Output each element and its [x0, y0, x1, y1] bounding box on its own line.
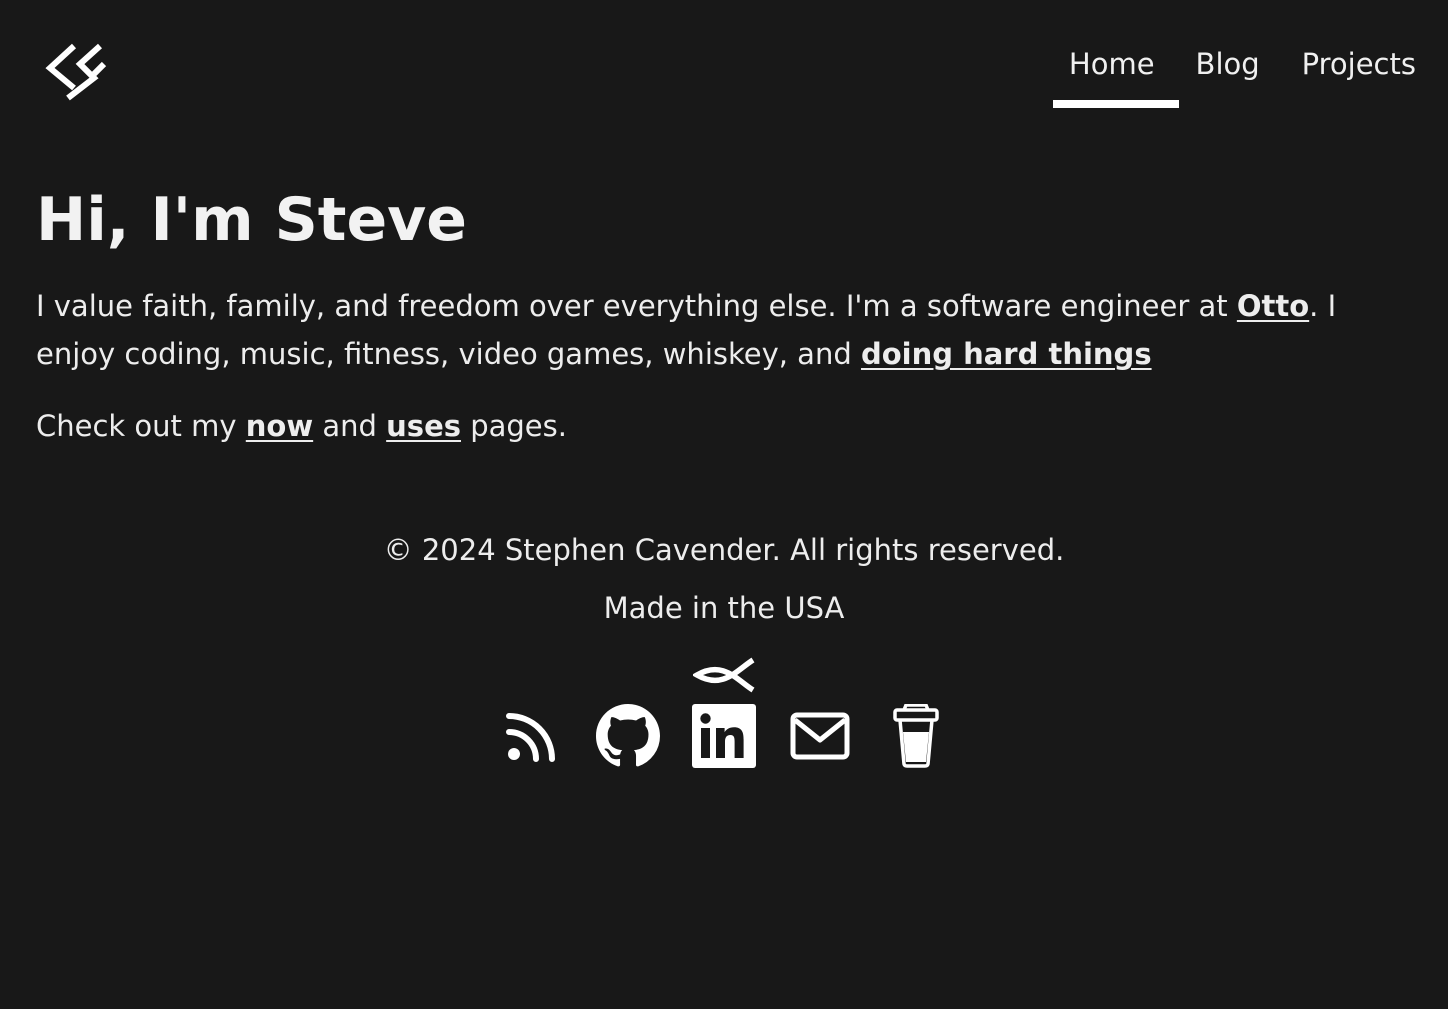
- nav-home[interactable]: Home: [1052, 46, 1179, 108]
- otto-link[interactable]: Otto: [1237, 289, 1309, 323]
- site-header: Home Blog Projects: [0, 0, 1448, 140]
- ichthys-icon: [693, 657, 755, 693]
- main-nav: Home Blog Projects: [1052, 46, 1416, 108]
- pages-text-middle: and: [313, 409, 387, 443]
- email-icon: [790, 712, 850, 760]
- pages-text-prefix: Check out my: [36, 409, 246, 443]
- intro-text-1: I value faith, family, and freedom over …: [36, 289, 1237, 323]
- copyright-text: © 2024 Stephen Cavender. All rights rese…: [383, 533, 1065, 567]
- github-link[interactable]: [596, 704, 660, 768]
- email-link[interactable]: [788, 704, 852, 768]
- main-content: Hi, I'm Steve I value faith, family, and…: [36, 180, 1412, 450]
- logo-link[interactable]: [44, 42, 108, 102]
- intro-paragraph: I value faith, family, and freedom over …: [36, 282, 1412, 378]
- site-footer: © 2024 Stephen Cavender. All rights rese…: [0, 528, 1448, 768]
- pages-paragraph: Check out my now and uses pages.: [36, 402, 1412, 450]
- rss-link[interactable]: [500, 704, 564, 768]
- pages-text-suffix: pages.: [461, 409, 567, 443]
- linkedin-link[interactable]: [692, 704, 756, 768]
- sc-monogram-logo-icon: [45, 43, 107, 101]
- uses-link[interactable]: uses: [386, 409, 461, 443]
- coffee-cup-icon: [893, 704, 939, 768]
- github-icon: [596, 704, 660, 767]
- now-link[interactable]: now: [246, 409, 313, 443]
- nav-projects[interactable]: Projects: [1302, 46, 1416, 108]
- buy-me-a-coffee-link[interactable]: [884, 704, 948, 768]
- made-in-text: Made in the USA: [603, 591, 845, 625]
- page-title: Hi, I'm Steve: [36, 185, 467, 255]
- social-links: [0, 704, 1448, 768]
- linkedin-icon: [692, 704, 756, 768]
- doing-hard-things-link[interactable]: doing hard things: [861, 337, 1152, 371]
- rss-icon: [506, 713, 555, 762]
- nav-blog[interactable]: Blog: [1196, 46, 1260, 108]
